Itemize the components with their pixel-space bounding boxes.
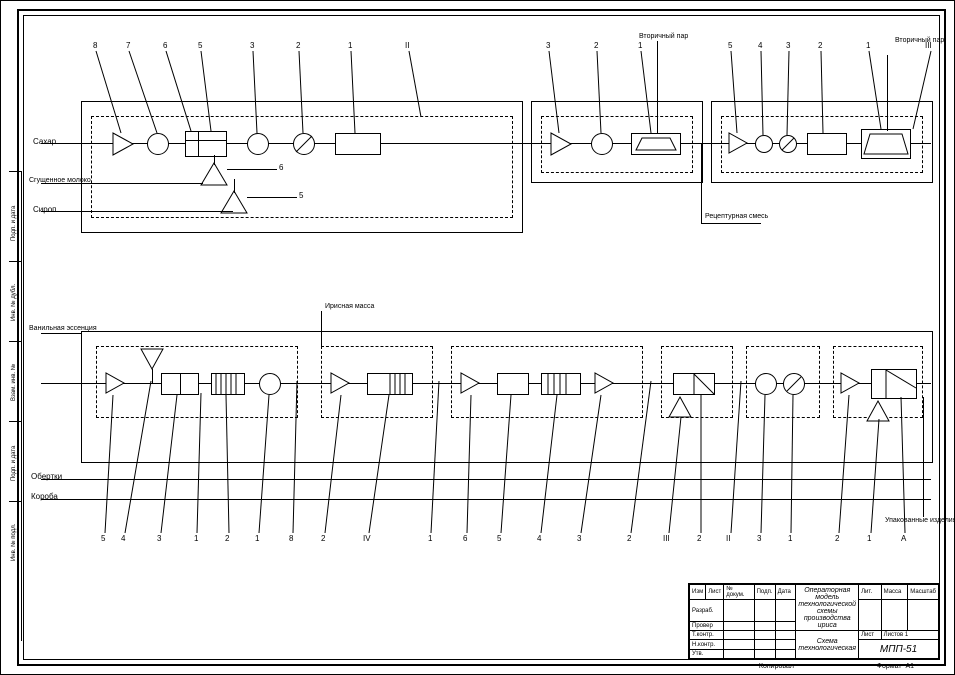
sec-lbl: 3 — [786, 41, 790, 50]
funnel-icon — [141, 349, 163, 371]
format-label: Формат A1 — [877, 663, 914, 670]
sec-lbl: 3 — [757, 534, 761, 543]
sec-lbl: 3 — [577, 534, 581, 543]
input-syrup: Сироп — [33, 205, 56, 214]
input-cond-milk: Сгущенное молоко — [29, 177, 91, 184]
sec-lbl: 1 — [866, 41, 870, 50]
callout: 6 — [279, 163, 283, 172]
sec-lbl: A — [901, 534, 906, 543]
sec-lbl: 2 — [225, 534, 229, 543]
sec-lbl: 3 — [250, 41, 254, 50]
top-leaders — [1, 1, 955, 141]
sec-lbl: 4 — [121, 534, 125, 543]
bot-leaders — [1, 381, 955, 551]
sec-lbl: 1 — [867, 534, 871, 543]
sec-lbl: II — [726, 534, 730, 543]
sec-lbl: 2 — [296, 41, 300, 50]
sec-lbl: 6 — [463, 534, 467, 543]
sec-lbl: 5 — [101, 534, 105, 543]
mix-triangle — [221, 191, 247, 213]
sec-lbl: 4 — [537, 534, 541, 543]
sec-lbl: 8 — [93, 41, 97, 50]
sec-lbl: 1 — [255, 534, 259, 543]
callout: 5 — [299, 191, 303, 200]
sec-lbl: IV — [363, 534, 371, 543]
sec-lbl: 2 — [697, 534, 701, 543]
sec-lbl: 2 — [627, 534, 631, 543]
output-recept: Рецептурная смесь — [705, 213, 768, 220]
sec-lbl: 5 — [497, 534, 501, 543]
sec-lbl: 1 — [194, 534, 198, 543]
main-flow-top — [41, 143, 931, 144]
kopiroval-label: Копировал — [759, 663, 794, 670]
mix-triangle — [201, 163, 227, 185]
sec-lbl: 2 — [818, 41, 822, 50]
sec-lbl: 4 — [758, 41, 762, 50]
sec-lbl: 2 — [321, 534, 325, 543]
sec-lbl: 5 — [728, 41, 732, 50]
output-irisnaya: Ирисная масса — [325, 303, 374, 310]
sec-lbl: 1 — [788, 534, 792, 543]
sec-lbl: 6 — [163, 41, 167, 50]
sec-lbl: 8 — [289, 534, 293, 543]
sec-lbl: 7 — [126, 41, 130, 50]
sec-lbl: III — [925, 41, 932, 50]
title-block: Изм Лист № докум. Подп. Дата Операторная… — [688, 583, 940, 660]
sec-lbl: 2 — [594, 41, 598, 50]
drawing-sheet: Инв. № подл. Подп. и дата Взам. инв. № И… — [0, 0, 955, 675]
sec-lbl: III — [663, 534, 670, 543]
input-vanilla: Ванильная эссенция — [29, 325, 97, 332]
sec-lbl: 3 — [546, 41, 550, 50]
sec-lbl: 5 — [198, 41, 202, 50]
sec-lbl: 1 — [428, 534, 432, 543]
sec-lbl: 1 — [348, 41, 352, 50]
sec-lbl: 3 — [157, 534, 161, 543]
sec-lbl: II — [405, 41, 409, 50]
sec-lbl: 2 — [835, 534, 839, 543]
sec-lbl: 1 — [638, 41, 642, 50]
